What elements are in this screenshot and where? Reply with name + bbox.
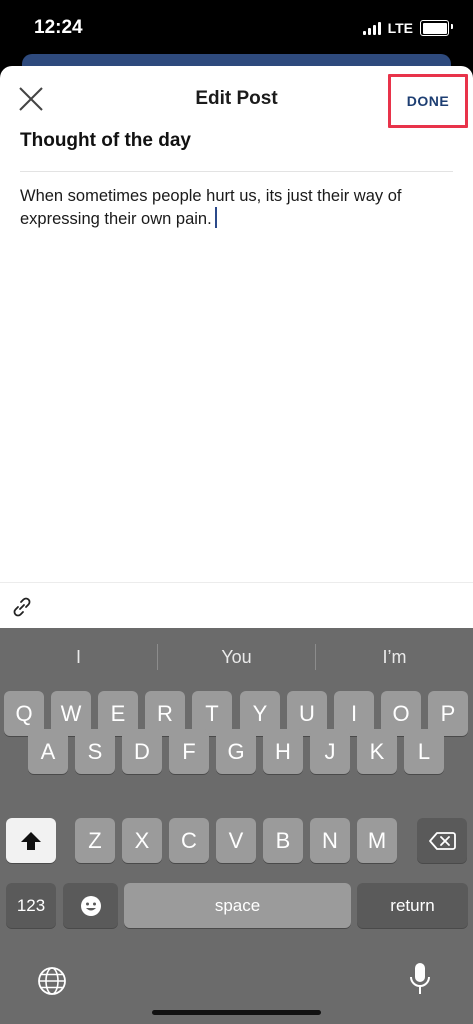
status-bar: 12:24 LTE xyxy=(0,0,473,56)
key-d[interactable]: D xyxy=(122,729,162,774)
globe-icon[interactable] xyxy=(36,965,68,997)
network-type: LTE xyxy=(387,20,413,36)
microphone-icon[interactable] xyxy=(409,961,431,997)
text-cursor xyxy=(214,207,217,228)
cellular-signal-icon xyxy=(362,21,381,35)
key-c[interactable]: C xyxy=(169,818,209,863)
key-s[interactable]: S xyxy=(75,729,115,774)
key-f[interactable]: F xyxy=(169,729,209,774)
post-body-field[interactable]: When sometimes people hurt us, its just … xyxy=(20,185,460,230)
status-indicators: LTE xyxy=(362,20,453,36)
suggestion-item[interactable]: I xyxy=(0,628,157,686)
keyboard: I You I’m Q W E R T Y U I O P A S D F G … xyxy=(0,628,473,1024)
key-n[interactable]: N xyxy=(310,818,350,863)
attachment-toolbar xyxy=(0,582,473,629)
backspace-key[interactable] xyxy=(417,818,467,863)
return-key[interactable]: return xyxy=(357,883,468,928)
key-a[interactable]: A xyxy=(28,729,68,774)
key-x[interactable]: X xyxy=(122,818,162,863)
key-h[interactable]: H xyxy=(263,729,303,774)
numbers-key[interactable]: 123 xyxy=(6,883,56,928)
post-title-field[interactable]: Thought of the day xyxy=(20,130,191,152)
status-time: 12:24 xyxy=(34,17,83,38)
key-m[interactable]: M xyxy=(357,818,397,863)
key-z[interactable]: Z xyxy=(75,818,115,863)
shift-icon xyxy=(21,831,41,850)
backspace-icon xyxy=(429,831,456,850)
emoji-icon xyxy=(80,895,101,916)
suggestion-item[interactable]: I’m xyxy=(316,628,473,686)
battery-icon xyxy=(420,20,453,36)
key-g[interactable]: G xyxy=(216,729,256,774)
divider xyxy=(20,171,453,172)
suggestion-bar: I You I’m xyxy=(0,628,473,686)
shift-key[interactable] xyxy=(6,818,56,863)
post-body-text: When sometimes people hurt us, its just … xyxy=(20,187,402,228)
edit-post-sheet: Edit Post DONE Thought of the day When s… xyxy=(0,66,473,629)
key-v[interactable]: V xyxy=(216,818,256,863)
done-button[interactable]: DONE xyxy=(392,78,464,124)
emoji-key[interactable] xyxy=(63,883,118,928)
key-l[interactable]: L xyxy=(404,729,444,774)
key-b[interactable]: B xyxy=(263,818,303,863)
home-indicator[interactable] xyxy=(152,1010,321,1015)
space-key[interactable]: space xyxy=(124,883,351,928)
suggestion-item[interactable]: You xyxy=(158,628,315,686)
key-k[interactable]: K xyxy=(357,729,397,774)
key-j[interactable]: J xyxy=(310,729,350,774)
link-icon[interactable] xyxy=(10,595,34,619)
